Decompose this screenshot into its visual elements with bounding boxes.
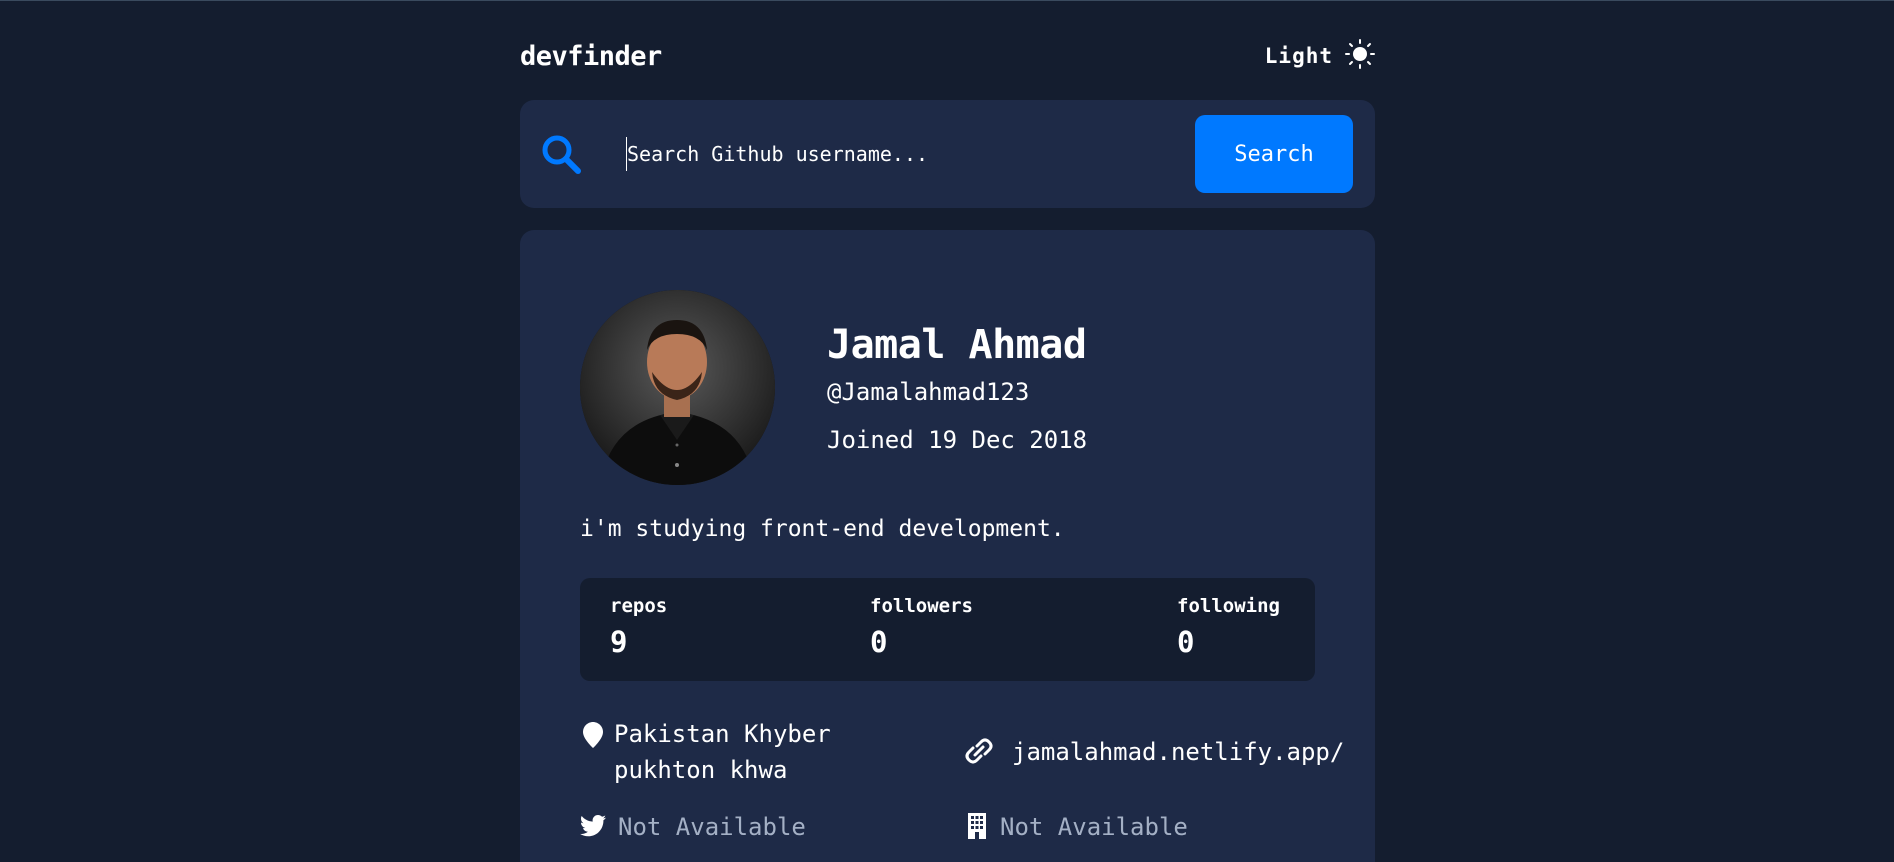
- company-text: Not Available: [1000, 813, 1188, 841]
- stat-followers-label: followers: [870, 595, 973, 617]
- location-text: Pakistan Khyber pukhton khwa: [614, 716, 831, 788]
- profile-login-link[interactable]: @Jamalahmad123: [827, 378, 1029, 406]
- twitter-text: Not Available: [618, 813, 806, 841]
- avatar: [580, 290, 775, 485]
- search-icon: [540, 133, 582, 175]
- stat-repos: repos 9: [610, 595, 667, 659]
- search-button[interactable]: Search: [1195, 115, 1353, 193]
- link-icon: [964, 738, 994, 764]
- stat-following-label: following: [1177, 595, 1280, 617]
- profile-name: Jamal Ahmad: [827, 322, 1087, 368]
- app-logo: devfinder: [520, 40, 662, 72]
- stat-repos-value: 9: [610, 625, 628, 659]
- header: devfinder Light: [520, 38, 1375, 74]
- twitter-icon: [580, 813, 606, 839]
- website-row[interactable]: jamalahmad.netlify.app/: [964, 734, 1344, 770]
- stat-following-value: 0: [1177, 625, 1195, 659]
- stat-following: following 0: [1177, 595, 1280, 659]
- sun-icon: [1345, 39, 1375, 73]
- theme-toggle-button[interactable]: Light: [1265, 39, 1375, 73]
- website-link[interactable]: jamalahmad.netlify.app/: [1012, 734, 1344, 770]
- location-row: Pakistan Khyber pukhton khwa: [580, 716, 831, 788]
- theme-toggle-label: Light: [1264, 44, 1333, 68]
- twitter-row: Not Available: [580, 809, 806, 845]
- company-row: Not Available: [964, 809, 1188, 845]
- building-icon: [964, 813, 990, 839]
- stat-followers: followers 0: [870, 595, 973, 659]
- location-line-2: pukhton khwa: [614, 756, 788, 784]
- location-pin-icon: [580, 722, 606, 748]
- profile-bio: i'm studying front-end development.: [580, 516, 1065, 542]
- search-input[interactable]: [626, 137, 1146, 171]
- search-bar: Search: [520, 100, 1375, 208]
- profile-card: Jamal Ahmad @Jamalahmad123 Joined 19 Dec…: [520, 230, 1375, 862]
- location-line-1: Pakistan Khyber: [614, 720, 831, 748]
- stats-panel: repos 9 followers 0 following 0: [580, 578, 1315, 681]
- profile-joined-date: Joined 19 Dec 2018: [827, 426, 1088, 454]
- stat-followers-value: 0: [870, 625, 888, 659]
- stat-repos-label: repos: [610, 595, 668, 617]
